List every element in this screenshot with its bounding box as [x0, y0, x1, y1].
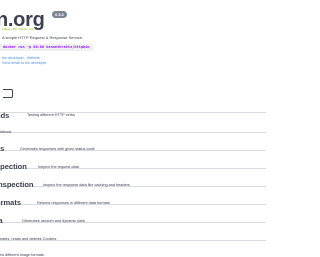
scheme-select[interactable] [3, 89, 13, 98]
base-url: [ Base URL: httpbin.org/ ] [2, 27, 36, 31]
info-header: n.org 0.9.2 [ Base URL: httpbin.org/ ] A… [0, 0, 266, 98]
section-desc: eates, reads and deletes Cookies [0, 237, 57, 241]
section-desc: ethods [0, 130, 12, 134]
section-name: inspection [0, 180, 34, 189]
section-name: spection [0, 162, 27, 171]
section-desc: ns different image formats [0, 253, 44, 257]
section-desc: Inspect the request data [38, 165, 79, 169]
section-desc: Returns responses in different data form… [37, 201, 110, 205]
section-name: ormats [0, 198, 22, 207]
run-command: docker run -p 80:80 kennethreitz/httpbin [0, 44, 93, 51]
section-desc: Testing different HTTP verbs [27, 113, 75, 117]
section-name: es [0, 144, 5, 153]
developer-email-link[interactable]: Send email to the developer [2, 61, 47, 65]
section-desc: Generates random and dynamic data [22, 219, 85, 223]
section-name: ods [0, 111, 10, 120]
api-description: A simple HTTP Request & Response Service… [2, 35, 84, 40]
version-badge: 0.9.2 [52, 11, 67, 18]
section-name: ta [0, 216, 3, 225]
developer-website-link[interactable]: the developer - Website [2, 56, 40, 60]
section-desc: Inspect the response data like caching a… [43, 183, 130, 187]
section-desc: Generates responses with given status co… [20, 147, 95, 151]
